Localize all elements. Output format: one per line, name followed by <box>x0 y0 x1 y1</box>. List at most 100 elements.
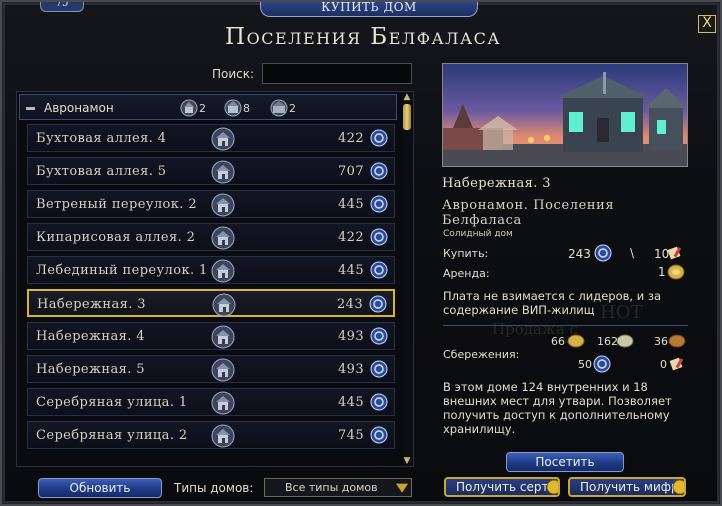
mithril-coin-icon <box>370 162 388 184</box>
house-types-label: Типы домов: <box>174 481 254 495</box>
scroll-down-arrow-icon[interactable]: ▼ <box>402 456 412 466</box>
house-row-price: 493 <box>337 362 364 377</box>
mithril-coin-icon <box>370 261 388 283</box>
rent-value: 1 <box>658 265 666 279</box>
house-row-price: 422 <box>337 230 364 245</box>
silver-coin-icon <box>667 264 685 280</box>
house-row-name: Бухтовая аллея. 5 <box>36 164 167 179</box>
detail-location: Авронамон. Поселения Белфаласа <box>442 198 615 228</box>
house-row-name: Набережная. 3 <box>37 297 146 312</box>
house-type-icon <box>211 391 235 419</box>
gold-coin-icon <box>567 334 585 348</box>
deed-icon <box>669 357 684 371</box>
group-count-2: 8 <box>224 99 250 117</box>
deed-icon <box>667 246 682 260</box>
mithril-coin-icon <box>370 129 388 151</box>
house-preview-art <box>443 64 687 166</box>
house-type-2-icon <box>224 99 242 117</box>
corner-counter: 75 <box>40 2 84 12</box>
mithril-coin-icon <box>369 295 387 317</box>
house-type-icon <box>211 325 235 353</box>
house-row[interactable]: Кипарисовая аллея. 2 422 <box>27 223 395 251</box>
house-type-3-icon <box>270 99 288 117</box>
house-row[interactable]: Ветреный переулок. 2 445 <box>27 190 395 218</box>
house-row[interactable]: Серебряная улица. 2 745 <box>27 421 395 449</box>
window-tab-title: КУПИТЬ ДОМ <box>260 2 478 17</box>
house-row[interactable]: Набережная. 5 493 <box>27 355 395 383</box>
visit-button[interactable]: Посетить <box>506 452 624 472</box>
house-row-price: 445 <box>337 263 364 278</box>
house-row-price: 493 <box>337 329 364 344</box>
house-row-name: Лебединый переулок. 1 <box>36 263 208 278</box>
get-certificate-button[interactable]: Получить серти <box>444 477 560 497</box>
house-type-1-icon <box>180 99 198 117</box>
mithril-coin-icon <box>370 393 388 415</box>
savings-deeds: 0 <box>660 358 667 371</box>
house-row[interactable]: Серебряная улица. 1 445 <box>27 388 395 416</box>
fee-note: Плата не взимается с лидеров, и за содер… <box>443 289 662 317</box>
group-count-3: 2 <box>270 99 296 117</box>
house-row-name: Набережная. 5 <box>36 362 145 377</box>
mithril-coin-icon <box>370 195 388 217</box>
collapse-icon[interactable] <box>26 107 35 110</box>
mithril-coin-icon <box>370 426 388 448</box>
search-input[interactable] <box>262 63 412 84</box>
refresh-button[interactable]: Обновить <box>38 478 162 498</box>
house-type-icon <box>211 193 235 221</box>
scroll-thumb[interactable] <box>403 104 411 130</box>
house-row-name: Серебряная улица. 2 <box>36 428 188 443</box>
mithril-coin-icon <box>370 327 388 349</box>
house-row-price: 445 <box>337 197 364 212</box>
savings-silver: 162 <box>597 335 618 348</box>
buy-house-window: 75 КУПИТЬ ДОМ X Поселения Белфаласа НОТ … <box>0 0 722 506</box>
scroll-up-arrow-icon[interactable]: ▲ <box>402 92 412 102</box>
group-header-row[interactable]: Авронамон 2 8 2 <box>19 94 397 120</box>
detail-house-type: Солидный дом <box>443 229 513 239</box>
house-type-icon <box>211 160 235 188</box>
house-row-price: 243 <box>336 297 363 312</box>
silver-coin-icon <box>616 334 634 348</box>
gold-coin-icon <box>672 479 684 495</box>
savings-mithril: 50 <box>578 358 592 371</box>
storage-note: В этом доме 124 внутренних и 18 внешних … <box>443 380 672 436</box>
house-type-icon <box>211 424 235 452</box>
house-type-icon <box>211 226 235 254</box>
house-row-name: Набережная. 4 <box>36 329 145 344</box>
house-preview-image <box>442 63 688 167</box>
house-row-price: 707 <box>337 164 364 179</box>
savings-copper: 36 <box>654 335 668 348</box>
house-type-icon <box>211 259 235 287</box>
mithril-coin-icon <box>370 228 388 250</box>
house-row[interactable]: Бухтовая аллея. 5 707 <box>27 157 395 185</box>
get-mithril-button[interactable]: Получить мифр <box>568 477 686 497</box>
get-mithril-label: Получить мифр <box>580 480 679 494</box>
house-type-icon <box>211 127 235 155</box>
house-list: Авронамон 2 8 2 Бухтовая аллея. 4 422 Бухт… <box>16 91 414 467</box>
house-row-name: Бухтовая аллея. 4 <box>36 131 167 146</box>
house-row[interactable]: Набережная. 4 493 <box>27 322 395 350</box>
house-row-name: Серебряная улица. 1 <box>36 395 188 410</box>
rent-label: Аренда: <box>443 267 490 280</box>
savings-label: Сбережения: <box>443 348 520 361</box>
dropdown-arrow-icon[interactable] <box>396 483 408 493</box>
gold-coin-icon <box>594 244 612 262</box>
house-row-selected[interactable]: Набережная. 3 243 <box>27 289 395 317</box>
buy-separator: \ <box>630 246 635 260</box>
gold-coin-icon <box>546 479 558 495</box>
search-label: Поиск: <box>212 67 255 81</box>
get-certificate-label: Получить серти <box>456 480 557 494</box>
savings-gold: 66 <box>551 335 565 348</box>
buy-label: Купить: <box>443 247 489 260</box>
house-types-dropdown[interactable]: Все типы домов <box>264 478 412 497</box>
house-row[interactable]: Лебединый переулок. 1 445 <box>27 256 395 284</box>
page-title: Поселения Белфаласа <box>225 24 501 50</box>
house-type-icon <box>211 358 235 386</box>
buy-price: 243 <box>568 247 591 261</box>
house-row-price: 422 <box>337 131 364 146</box>
detail-house-name: Набережная. 3 <box>442 176 551 191</box>
house-row-name: Ветреный переулок. 2 <box>36 197 198 212</box>
list-scrollbar[interactable]: ▲ ▼ <box>402 92 412 466</box>
detail-separator <box>443 325 688 326</box>
house-row[interactable]: Бухтовая аллея. 4 422 <box>27 124 395 152</box>
group-count-1: 2 <box>180 99 206 117</box>
